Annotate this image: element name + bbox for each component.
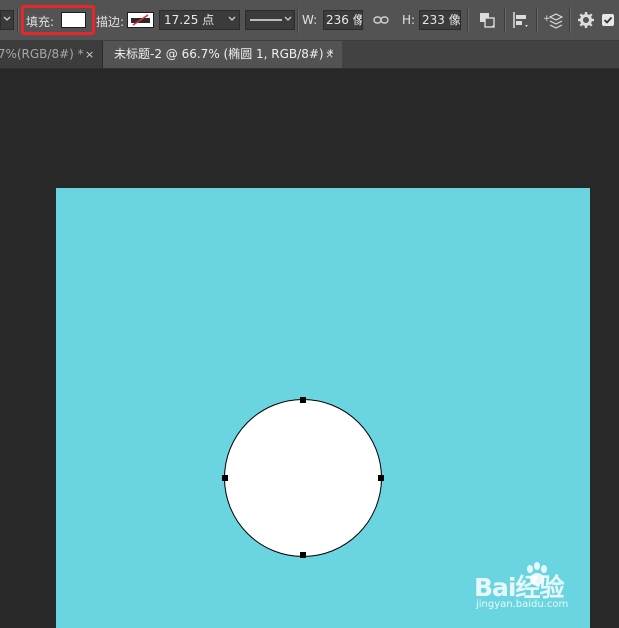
tab-previous-document[interactable]: .7%(RGB/8#) * × [0, 41, 103, 68]
fill-color-swatch[interactable] [61, 12, 86, 28]
options-bar: 填充: 描边: 17.25 点 W: 236 像 H: 233 像 + [0, 0, 619, 41]
width-label: W: [302, 13, 318, 27]
close-icon[interactable]: × [325, 41, 334, 68]
gear-icon[interactable] [577, 11, 595, 29]
checkmark-icon [603, 16, 613, 24]
canvas-workspace: Bai经验 jingyan.baidu.com [0, 69, 619, 628]
separator [536, 7, 538, 33]
separator [504, 7, 506, 33]
stroke-color-swatch[interactable] [127, 12, 154, 28]
paw-icon [522, 560, 552, 593]
tool-preset-dropdown[interactable] [0, 10, 14, 30]
tab-label: .7%(RGB/8#) * [0, 47, 84, 61]
watermark-url: jingyan.baidu.com [476, 599, 569, 610]
close-icon[interactable]: × [85, 41, 94, 68]
path-alignment-icon[interactable] [512, 11, 530, 29]
path-operations-icon[interactable] [478, 11, 496, 29]
path-arrangement-icon[interactable]: + [543, 11, 563, 29]
svg-text:+: + [543, 14, 551, 24]
stroke-width-field[interactable]: 17.25 点 [159, 10, 240, 30]
width-field[interactable]: 236 像 [323, 10, 363, 30]
anchor-point-right[interactable] [378, 475, 384, 481]
chevron-down-icon [284, 16, 292, 21]
ellipse-shape[interactable] [224, 399, 382, 557]
link-dimensions-icon[interactable] [373, 14, 389, 26]
solid-line-icon [250, 19, 282, 21]
tab-label: 未标题-2 @ 66.7% (椭圆 1, RGB/8#) * [114, 47, 334, 61]
anchor-point-bottom[interactable] [300, 552, 306, 558]
separator [17, 7, 19, 33]
width-value: 236 像 [326, 13, 363, 27]
height-value: 233 像 [422, 13, 461, 27]
chevron-down-icon [3, 16, 11, 21]
stroke-label: 描边: [96, 15, 125, 29]
separator [297, 7, 299, 33]
stroke-type-dropdown[interactable] [245, 10, 295, 30]
anchor-point-top[interactable] [300, 397, 306, 403]
height-field[interactable]: 233 像 [419, 10, 461, 30]
no-stroke-swatch-icon [131, 14, 150, 26]
baidu-jingyan-watermark: Bai经验 jingyan.baidu.com [474, 560, 614, 620]
align-edges-checkbox[interactable] [602, 14, 614, 26]
anchor-point-left[interactable] [222, 475, 228, 481]
tab-active-document[interactable]: 未标题-2 @ 66.7% (椭圆 1, RGB/8#) * × [103, 41, 342, 68]
fill-label: 填充: [26, 15, 55, 29]
separator [467, 7, 469, 33]
height-label: H: [402, 13, 416, 27]
chevron-down-icon [228, 16, 236, 21]
document-tab-bar: .7%(RGB/8#) * × 未标题-2 @ 66.7% (椭圆 1, RGB… [0, 41, 619, 69]
separator [569, 7, 571, 33]
stroke-width-value: 17.25 点 [164, 13, 215, 27]
